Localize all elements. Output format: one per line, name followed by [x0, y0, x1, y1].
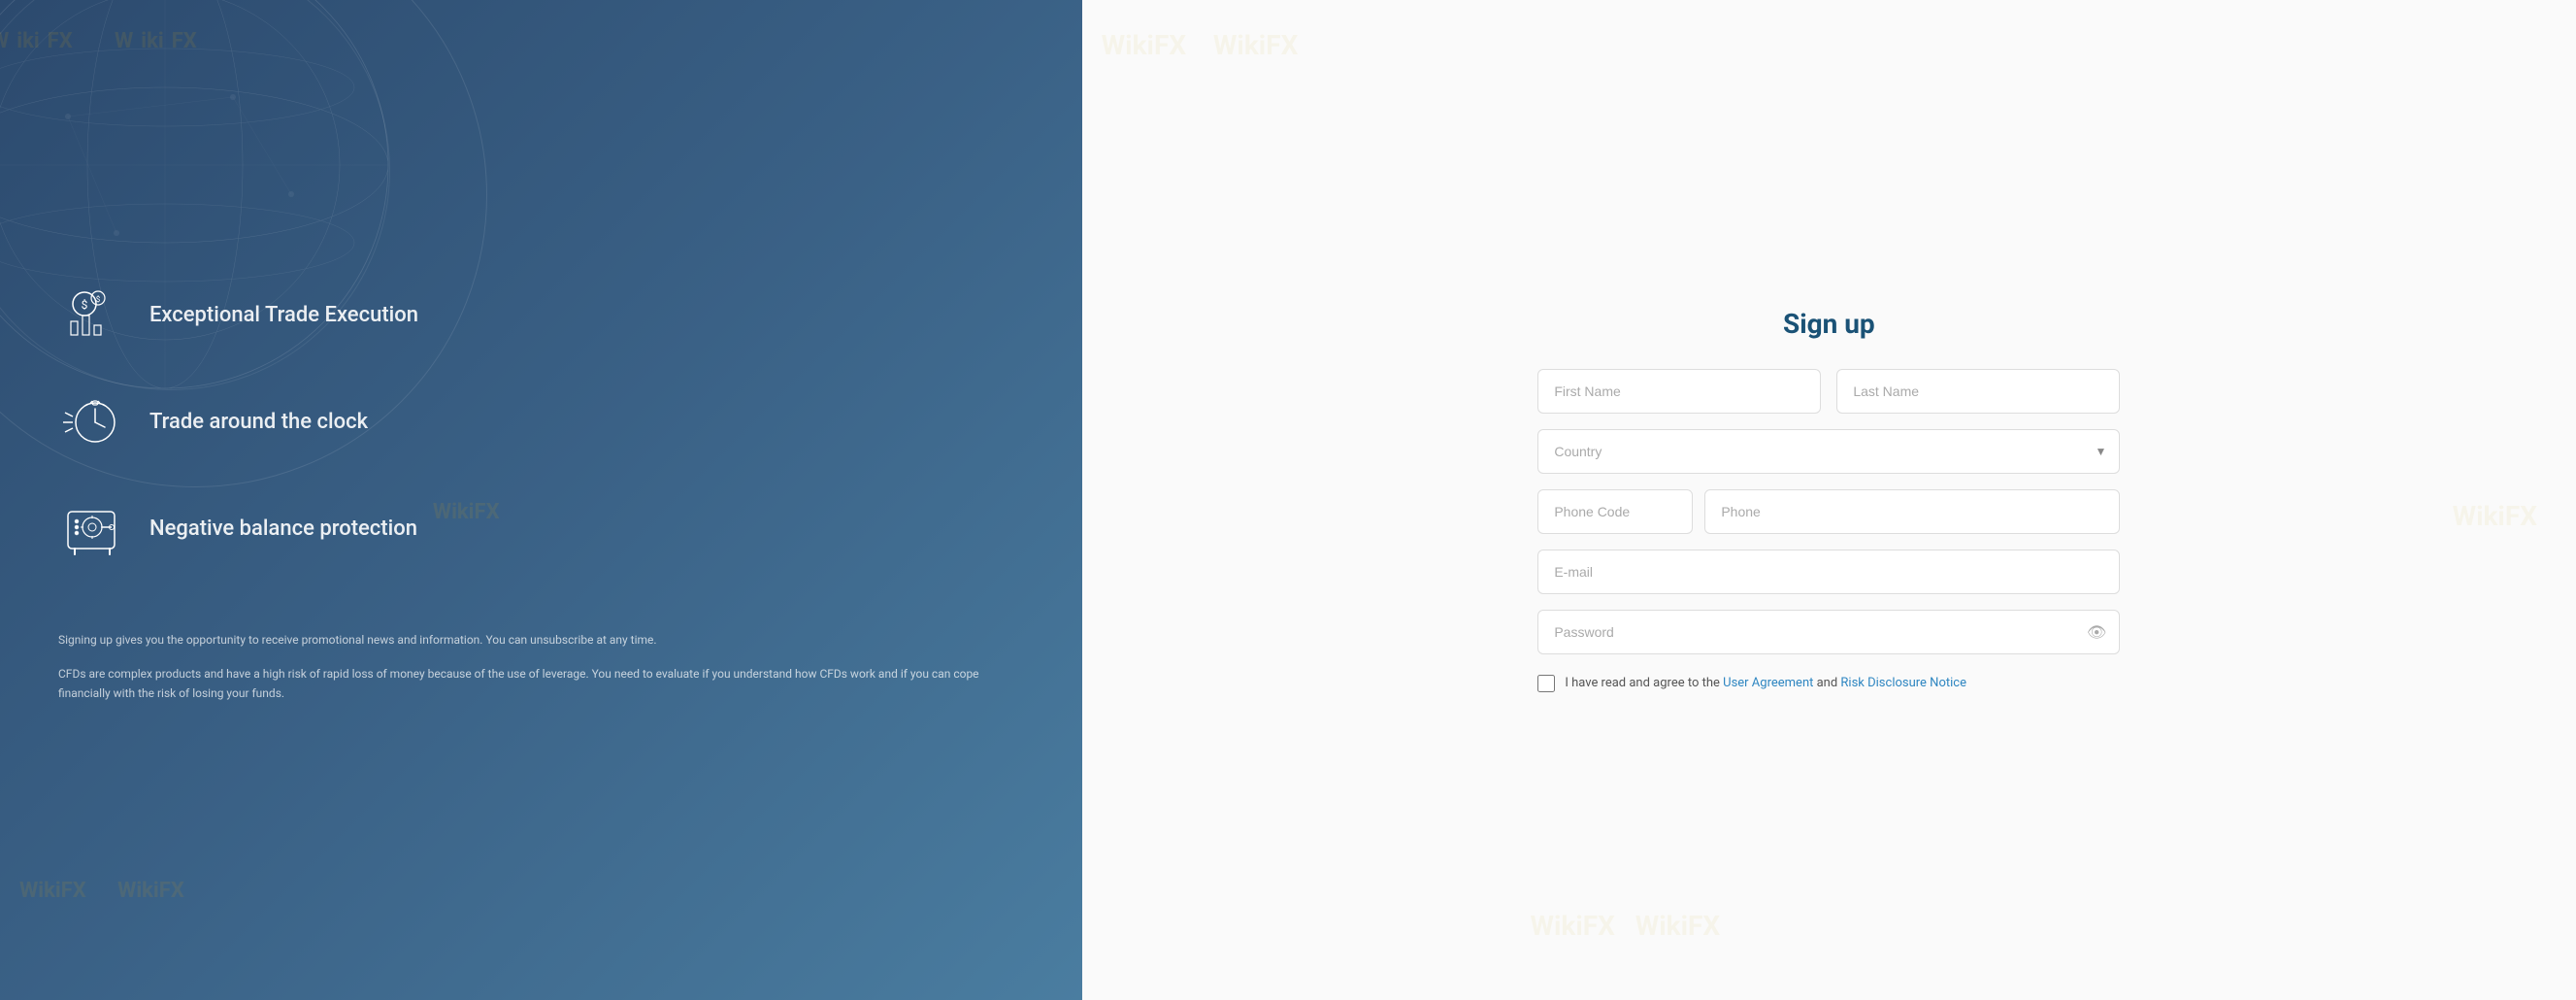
watermark-bot: WikiFX WikiFX	[19, 879, 184, 903]
first-name-group	[1537, 369, 1821, 414]
agreement-text: I have read and agree to the User Agreem…	[1565, 674, 1966, 693]
chart-icon: $ $	[58, 282, 126, 350]
country-group: Country United States United Kingdom Aus…	[1537, 429, 2120, 474]
svg-text:$: $	[82, 298, 88, 312]
phone-input[interactable]	[1704, 489, 2120, 534]
agreement-row: I have read and agree to the User Agreem…	[1537, 674, 2120, 693]
eye-icon[interactable]: 👁	[2087, 622, 2106, 641]
feature-negative-balance: Negative balance protection	[58, 495, 1024, 563]
disclaimer-1: Signing up gives you the opportunity to …	[58, 631, 1024, 650]
agreement-checkbox[interactable]	[1537, 675, 1555, 692]
name-row	[1537, 369, 2120, 414]
password-group: 👁	[1537, 610, 2120, 654]
feature-trade-clock-text: Trade around the clock	[149, 409, 368, 437]
signup-form-container: Sign up Country United States United Kin…	[1537, 308, 2120, 693]
feature-trade-clock: Trade around the clock	[58, 388, 1024, 456]
email-row	[1537, 550, 2120, 594]
disclaimer-2: CFDs are complex products and have a hig…	[58, 665, 1024, 702]
left-panel: WikiFX WikiFX WikiFX WikiFX WikiFX	[0, 0, 1082, 1000]
phone-code-group	[1537, 489, 1693, 534]
country-row: Country United States United Kingdom Aus…	[1537, 429, 2120, 474]
last-name-group	[1836, 369, 2120, 414]
right-panel: WikiFX WikiFX WikiFX WikiFX WikiFX Sign …	[1082, 0, 2576, 1000]
features-list: $ $ Exceptional Trade Execution	[58, 282, 1024, 602]
right-watermark-2: WikiFX	[2453, 500, 2537, 532]
last-name-input[interactable]	[1836, 369, 2120, 414]
agreement-text-before: I have read and agree to the	[1565, 676, 1723, 690]
email-group	[1537, 550, 2120, 594]
feature-negative-balance-text: Negative balance protection	[149, 516, 417, 544]
right-watermark-1: WikiFX WikiFX	[1102, 29, 1299, 61]
risk-disclosure-link[interactable]: Risk Disclosure Notice	[1840, 676, 1966, 690]
feature-trade-execution-text: Exceptional Trade Execution	[149, 302, 418, 330]
right-watermark-3: WikiFX WikiFX	[1530, 910, 1720, 942]
svg-text:$: $	[96, 295, 101, 304]
phone-group	[1704, 489, 2120, 534]
form-title: Sign up	[1537, 308, 2120, 340]
agreement-text-between: and	[1813, 676, 1840, 690]
feature-trade-execution: $ $ Exceptional Trade Execution	[58, 282, 1024, 350]
safe-icon	[58, 495, 126, 563]
phone-code-input[interactable]	[1537, 489, 1693, 534]
first-name-input[interactable]	[1537, 369, 1821, 414]
user-agreement-link[interactable]: User Agreement	[1723, 676, 1813, 690]
clock-icon	[58, 388, 126, 456]
country-select[interactable]: Country United States United Kingdom Aus…	[1537, 429, 2120, 474]
phone-row	[1537, 489, 2120, 534]
watermark-top: WikiFX WikiFX	[0, 29, 197, 53]
disclaimer-section: Signing up gives you the opportunity to …	[58, 631, 1024, 718]
email-input[interactable]	[1537, 550, 2120, 594]
password-row: 👁	[1537, 610, 2120, 654]
password-input[interactable]	[1537, 610, 2120, 654]
